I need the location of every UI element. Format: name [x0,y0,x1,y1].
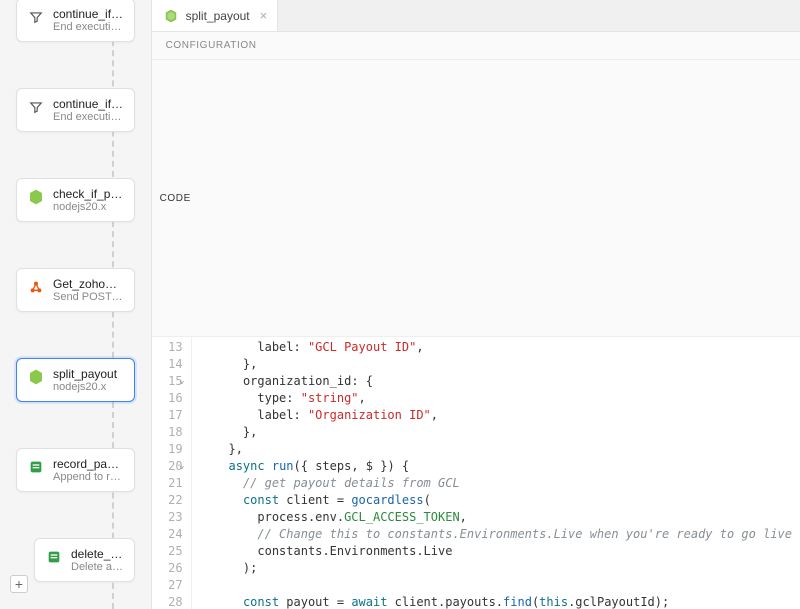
node-title: record_payout_id [53,457,124,471]
line-number-gutter: 131415⌄1617181920⌄2122232425262728293031… [152,337,192,609]
node-subtitle: Send POST Request [53,291,124,303]
tab-split-payout[interactable]: split_payout × [152,0,279,31]
node-title: continue_if_payout [53,97,124,111]
workflow-sidebar: continue_if_paymentEnd execution if a co… [0,0,151,609]
db-icon [45,548,63,566]
tab-close-icon[interactable]: × [260,8,268,23]
workflow-node[interactable]: record_payout_idAppend to record [16,448,135,492]
node-title: split_payout [53,367,124,381]
tab-bar: split_payout × [152,0,800,32]
node-title: delete_payment_i [71,547,124,561]
node-icon [27,368,45,386]
db-icon [27,458,45,476]
node-title: continue_if_payment [53,7,124,21]
node-subtitle: End execution if a condition ... [53,21,124,33]
webhook-icon [27,278,45,296]
workflow-node[interactable]: continue_if_paymentEnd execution if a co… [16,0,135,42]
section-configuration[interactable]: CONFIGURATION [152,32,800,60]
filter-icon [27,8,45,26]
node-icon [27,188,45,206]
filter-icon [27,98,45,116]
node-subtitle: nodejs20.x [53,381,124,393]
editor-pane: split_payout × CONFIGURATION CODE 131415… [151,0,800,609]
code-editor[interactable]: 131415⌄1617181920⌄2122232425262728293031… [152,337,800,609]
code-content[interactable]: label: "GCL Payout ID", }, organization_… [192,337,800,609]
node-subtitle: Delete a single record [71,561,124,573]
workflow-node[interactable]: continue_if_payoutEnd execution if a con… [16,88,135,132]
workflow-node[interactable]: check_if_payout_alread...nodejs20.x [16,178,135,222]
tab-label: split_payout [186,9,250,23]
node-icon [162,7,180,25]
node-title: Get_zoho_access_token1 [53,277,124,291]
workflow-node[interactable]: Get_zoho_access_token1Send POST Request [16,268,135,312]
node-subtitle: nodejs20.x [53,201,124,213]
node-subtitle: End execution if a condition ... [53,111,124,123]
section-code[interactable]: CODE [152,60,800,337]
add-step-button[interactable]: + [10,575,28,593]
workflow-node[interactable]: delete_payment_iDelete a single record [34,538,135,582]
node-title: check_if_payout_alread... [53,187,124,201]
workflow-node[interactable]: split_payoutnodejs20.x [16,358,135,402]
node-subtitle: Append to record [53,471,124,483]
